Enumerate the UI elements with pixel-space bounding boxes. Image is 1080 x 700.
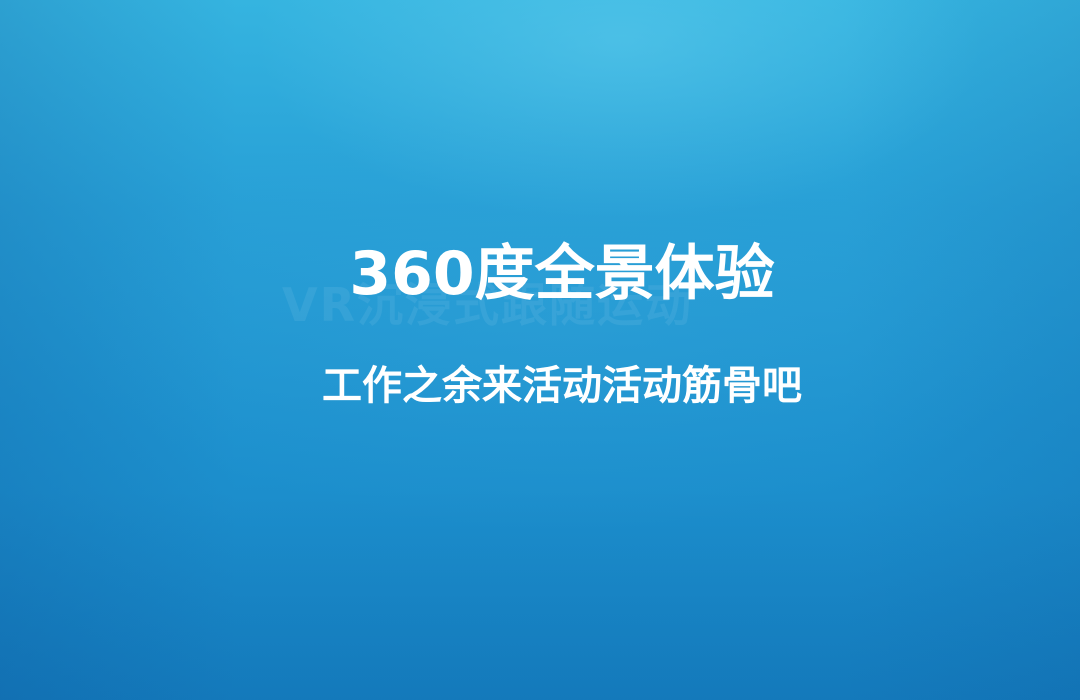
background-vignette: [0, 0, 1080, 700]
slide-title: 360度全景体验: [349, 239, 775, 309]
slide-subtitle: 工作之余来活动活动筋骨吧: [322, 363, 802, 409]
